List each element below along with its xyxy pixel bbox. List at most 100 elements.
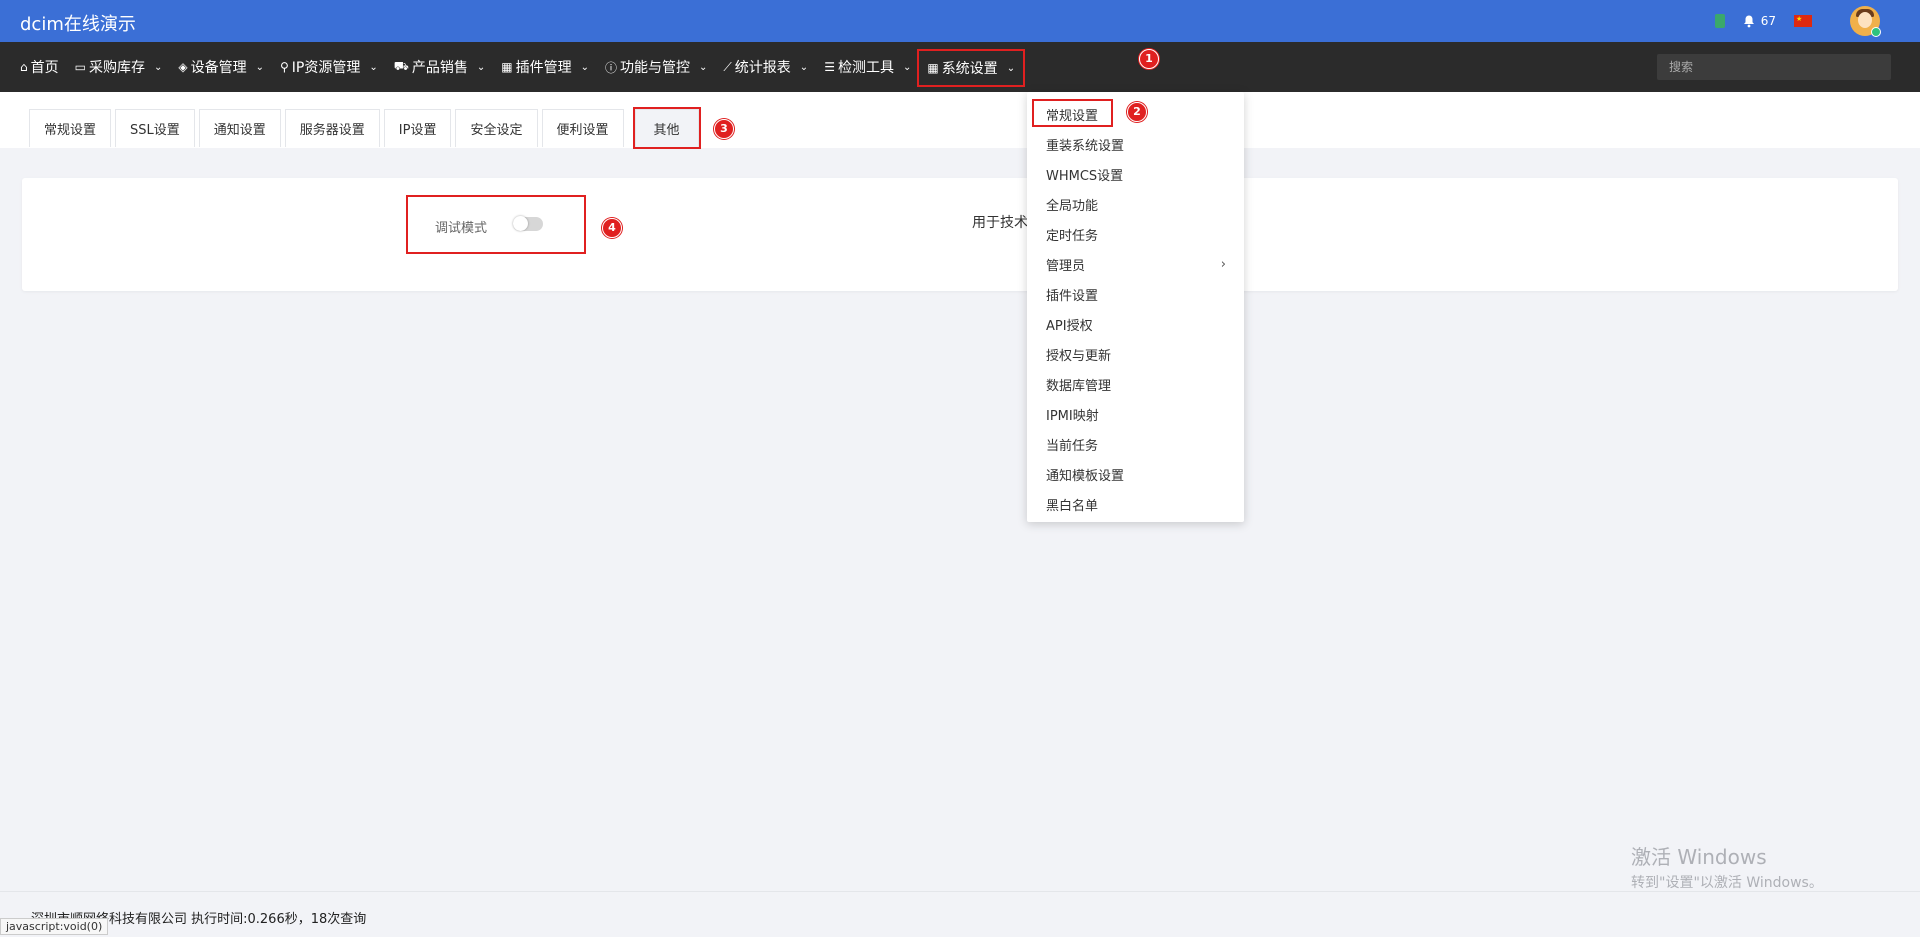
dropdown-item-label: 数据库管理	[1046, 378, 1112, 394]
tab-2[interactable]: 通知设置	[198, 109, 281, 147]
chevron-down-icon: ⌄	[153, 61, 163, 73]
debug-mode-toggle[interactable]	[513, 216, 543, 231]
dropdown-item-4[interactable]: 定时任务	[1027, 219, 1244, 249]
tab-4[interactable]: IP设置	[383, 109, 452, 147]
chevron-down-icon: ⌄	[699, 61, 708, 73]
status-bar-url: javascript:void(0)	[0, 918, 109, 935]
dropdown-item-label: 重装系统设置	[1046, 138, 1125, 154]
nav-item-9[interactable]: ▦ 系统设置 ⌄	[917, 49, 1026, 87]
language-flag-icon[interactable]	[1794, 15, 1812, 27]
windows-activation-watermark: 激活 Windows 转到"设置"以激活 Windows。	[1631, 841, 1823, 892]
nav-item-1[interactable]: ▭ 采购库存 ⌄	[67, 42, 171, 92]
dropdown-item-label: WHMCS设置	[1046, 168, 1124, 184]
nav-item-label: 产品销售	[411, 60, 468, 76]
dropdown-item-label: 管理员	[1046, 258, 1086, 274]
top-bar: dcim在线演示 67	[0, 0, 1920, 42]
dropdown-item-7[interactable]: API授权	[1027, 309, 1244, 339]
dropdown-item-12[interactable]: 通知模板设置	[1027, 459, 1244, 489]
debug-mode-highlight	[406, 195, 586, 254]
nav-item-4[interactable]: ⛟ 产品销售 ⌄	[386, 42, 494, 92]
dropdown-item-label: 授权与更新	[1046, 348, 1112, 364]
dropdown-item-8[interactable]: 授权与更新	[1027, 339, 1244, 369]
nav-item-label: 插件管理	[515, 60, 572, 76]
online-status-dot	[1871, 27, 1881, 37]
nav-item-2[interactable]: ◈ 设备管理 ⌄	[170, 42, 272, 92]
nav-item-0[interactable]: ⌂ 首页	[12, 42, 67, 92]
dropdown-item-label: 通知模板设置	[1046, 468, 1125, 484]
chevron-down-icon: ⌄	[799, 61, 809, 73]
dropdown-item-10[interactable]: IPMI映射	[1027, 399, 1244, 429]
avatar[interactable]	[1850, 6, 1881, 37]
grid-icon: ▦	[501, 60, 513, 74]
nav-item-label: 统计报表	[734, 60, 791, 76]
nav-item-label: 采购库存	[88, 60, 145, 76]
debug-mode-description: 用于技术	[972, 215, 1028, 231]
dropdown-item-6[interactable]: 插件设置	[1027, 279, 1244, 309]
home-icon: ⌂	[20, 60, 28, 74]
dropdown-item-label: 当前任务	[1046, 438, 1099, 454]
info-circle-icon: ⓘ	[604, 60, 617, 75]
nav-items: ⌂ 首页 ▭ 采购库存 ⌄ ◈ 设备管理 ⌄ ⚲ IP资源管理 ⌄ ⛟ 产品销售 ⌄ ▦ 插件管理 ⌄ ⓘ 功能与管…	[12, 42, 1026, 92]
tab-3[interactable]: 服务器设置	[284, 109, 380, 147]
nav-item-8[interactable]: ☰ 检测工具 ⌄	[816, 42, 919, 92]
nav-item-label: 检测工具	[837, 60, 894, 76]
dropdown-item-1[interactable]: 重装系统设置	[1027, 129, 1244, 159]
annotation-badge-2: 2	[1127, 102, 1147, 122]
tab-0[interactable]: 常规设置	[29, 109, 112, 147]
dropdown-item-9[interactable]: 数据库管理	[1027, 369, 1244, 399]
annotation-badge-4: 4	[602, 218, 622, 238]
chevron-down-icon: ⌄	[476, 61, 486, 73]
tab-5[interactable]: 安全设定	[455, 109, 538, 147]
tab-1[interactable]: SSL设置	[115, 109, 195, 147]
settings-tabs: 常规设置 SSL设置 通知设置 服务器设置 IP设置 安全设定 便利设置 其他	[29, 107, 701, 149]
nav-item-label: 首页	[30, 60, 59, 76]
cart-icon: ⛟	[393, 59, 409, 73]
dropdown-item-13[interactable]: 黑白名单	[1027, 489, 1244, 519]
dropdown-item-label: 全局功能	[1046, 198, 1099, 214]
settings-tabs-bar: 常规设置 SSL设置 通知设置 服务器设置 IP设置 安全设定 便利设置 其他	[0, 92, 1920, 149]
dropdown-item-label: API授权	[1046, 318, 1093, 334]
dropdown-item-3[interactable]: 全局功能	[1027, 189, 1244, 219]
dropdown-item-label: 插件设置	[1046, 288, 1099, 304]
nav-item-3[interactable]: ⚲ IP资源管理 ⌄	[272, 42, 386, 92]
inbox-icon: ▭	[74, 60, 86, 74]
nav-item-label: 设备管理	[190, 60, 247, 76]
list-icon: ☰	[824, 60, 835, 74]
dropdown-item-5[interactable]: 管理员 ›	[1027, 249, 1244, 279]
toggle-knob	[513, 216, 528, 231]
nav-item-6[interactable]: ⓘ 功能与管控 ⌄	[597, 42, 715, 92]
map-marker-icon: ⚲	[279, 60, 289, 74]
annotation-badge-3: 3	[714, 119, 734, 139]
dropdown-item-label: 黑白名单	[1046, 498, 1099, 514]
chevron-down-icon: ⌄	[1006, 62, 1016, 74]
tab-6[interactable]: 便利设置	[541, 109, 624, 147]
windows-icon: ▦	[927, 61, 939, 75]
tab-7[interactable]: 其他	[632, 107, 701, 149]
chevron-down-icon: ⌄	[255, 61, 264, 73]
settings-card	[22, 178, 1898, 291]
general-settings-highlight	[1032, 99, 1113, 127]
nav-item-label: 功能与管控	[620, 60, 690, 76]
database-icon[interactable]	[1714, 14, 1725, 28]
nav-item-7[interactable]: ⟋ 统计报表 ⌄	[715, 42, 816, 92]
top-right-tools: 67	[1714, 6, 1881, 37]
search-input[interactable]	[1657, 54, 1891, 80]
chevron-right-icon: ›	[1220, 256, 1226, 272]
notifications[interactable]: 67	[1743, 14, 1776, 28]
nav-item-label: 系统设置	[941, 61, 998, 77]
main-nav: ⌂ 首页 ▭ 采购库存 ⌄ ◈ 设备管理 ⌄ ⚲ IP资源管理 ⌄ ⛟ 产品销售 ⌄ ▦ 插件管理 ⌄ ⓘ 功能与管…	[0, 42, 1920, 92]
system-settings-dropdown: 常规设置 重装系统设置 WHMCS设置 全局功能 定时任务 管理员 › 插件设置 API授权 授权…	[1027, 92, 1244, 522]
cube-icon: ◈	[178, 60, 188, 74]
bell-icon	[1743, 15, 1754, 27]
nav-item-5[interactable]: ▦ 插件管理 ⌄	[493, 42, 597, 92]
chevron-down-icon: ⌄	[369, 61, 378, 73]
chevron-down-icon: ⌄	[580, 61, 589, 73]
chevron-down-icon: ⌄	[902, 61, 912, 73]
notification-count: 67	[1760, 14, 1776, 28]
watermark-line2: 转到"设置"以激活 Windows。	[1631, 875, 1823, 891]
app-title[interactable]: dcim在线演示	[20, 10, 136, 36]
line-chart-icon: ⟋	[723, 59, 732, 74]
dropdown-item-11[interactable]: 当前任务	[1027, 429, 1244, 459]
dropdown-item-2[interactable]: WHMCS设置	[1027, 159, 1244, 189]
nav-item-label: IP资源管理	[291, 60, 361, 76]
